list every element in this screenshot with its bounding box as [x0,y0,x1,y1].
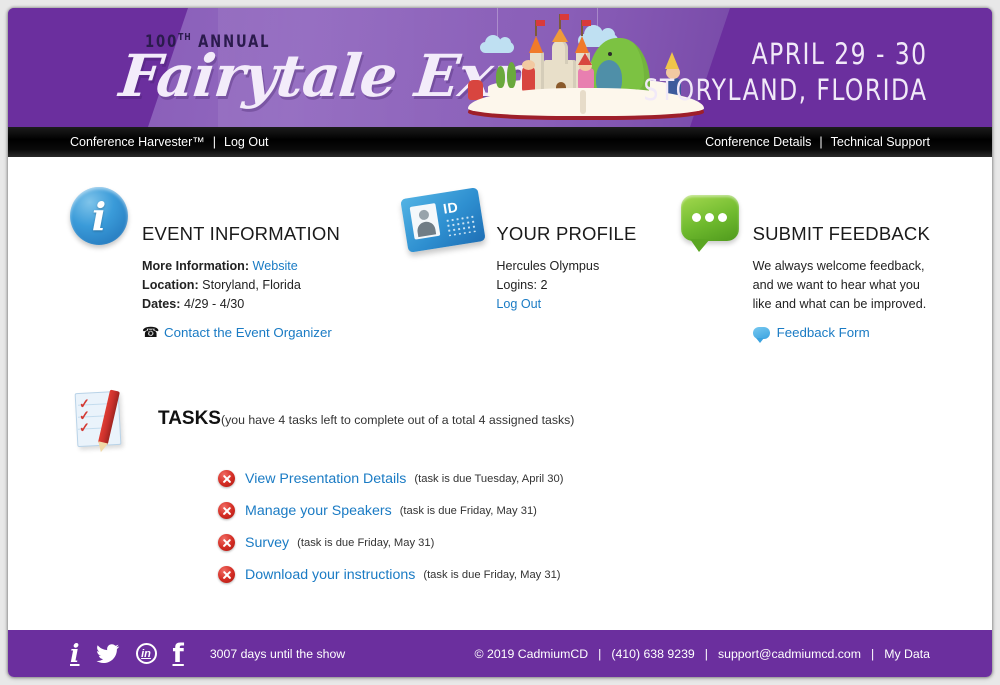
info-circle-icon [70,187,128,245]
info-cards-row: EVENT INFORMATION More Information: Webs… [70,157,930,343]
logins-value: 2 [540,278,548,292]
location-label: Location: [142,278,199,292]
twitter-icon[interactable] [95,643,120,664]
tasks-list: View Presentation Details (task is due T… [218,470,930,583]
book-spine [580,90,586,114]
task-due-date: (task is due Friday, May 31) [297,536,435,549]
profile-logins-row: Logins: 2 [496,276,636,295]
incomplete-x-icon [218,566,235,583]
footer-separator: | [871,646,875,661]
tree-icon [507,62,516,88]
card-body-submit-feedback: We always welcome feedback, and we want … [752,257,930,343]
nav-separator: | [212,135,217,149]
footer-separator: | [704,646,708,661]
footer-right-group: © 2019 CadmiumCD | (410) 638 9239 | supp… [475,647,931,661]
task-row[interactable]: Manage your Speakers (task is due Friday… [218,502,930,519]
task-due-date: (task is due Friday, May 31) [423,568,561,581]
main-navigation-bar: Conference Harvester™ | Log Out Conferen… [8,127,992,157]
nav-conference-harvester[interactable]: Conference Harvester™ [70,135,205,149]
card-body-your-profile: Hercules Olympus Logins: 2 Log Out [496,257,636,314]
prince-head [522,60,535,70]
card-title-submit-feedback: SUBMIT FEEDBACK [752,223,930,244]
id-badge-icon: ID [400,187,487,253]
feedback-form-link[interactable]: Feedback Form [777,323,870,342]
contact-organizer-row[interactable]: ☎ Contact the Event Organizer [142,323,340,342]
card-event-information: EVENT INFORMATION More Information: Webs… [70,187,404,342]
location-row: Location: Storyland, Florida [142,276,340,295]
nav-right-group: Conference Details | Technical Support [705,135,930,149]
footer-email-link[interactable]: support@cadmiumcd.com [718,647,861,661]
feedback-text-line-1: We always welcome feedback, [752,259,925,273]
linkedin-icon[interactable]: in [135,643,157,664]
card-title-event-information: EVENT INFORMATION [142,223,341,244]
banner-event-details: APRIL 29 - 30 STORYLAND, FLORIDA [644,36,928,108]
more-information-row: More Information: Website [142,257,340,276]
nav-conference-details[interactable]: Conference Details [705,135,811,149]
task-row[interactable]: Download your instructions (task is due … [218,566,930,583]
event-banner: 100TH ANNUAL Fairytale Expo APRIL 29 - 3… [8,8,992,127]
tree-icon [496,66,505,88]
princess-hat [578,53,592,65]
task-row[interactable]: Survey (task is due Friday, May 31) [218,534,930,551]
incomplete-x-icon [218,534,235,551]
nav-left-group: Conference Harvester™ | Log Out [70,135,269,149]
card-your-profile: ID YOUR PROFILE Hercules Olympus Logins:… [400,187,680,342]
cloud-icon [480,35,514,53]
task-link[interactable]: Manage your Speakers [245,503,392,519]
incomplete-x-icon [218,470,235,487]
dates-row: Dates: 4/29 - 4/30 [142,295,340,314]
feedback-form-row[interactable]: Feedback Form [752,323,930,343]
card-body-event-information: More Information: Website Location: Stor… [142,257,340,342]
page-container: 100TH ANNUAL Fairytale Expo APRIL 29 - 3… [8,8,992,677]
tasks-section: ✓ ✓ ✓ TASKS(you have 4 tasks left to com… [70,388,930,450]
location-value: Storyland, Florida [202,278,301,292]
task-due-date: (task is due Tuesday, April 30) [414,472,564,485]
contact-organizer-link[interactable]: Contact the Event Organizer [164,323,332,342]
countdown-text: 3007 days until the show [209,646,346,661]
card-title-your-profile: YOUR PROFILE [496,223,637,244]
nav-separator: | [819,135,823,149]
page-footer: i in f 3007 days until the show © 2019 C… [8,630,992,677]
info-icon[interactable]: i [70,641,80,666]
tasks-heading-label: TASKS [158,408,221,429]
chat-bubble-small-icon [752,326,770,343]
nav-technical-support[interactable]: Technical Support [831,135,930,149]
tasks-heading: TASKS(you have 4 tasks left to complete … [158,388,574,430]
task-link[interactable]: Survey [245,535,289,551]
footer-my-data-link[interactable]: My Data [884,647,930,661]
profile-log-out-link[interactable]: Log Out [496,297,541,311]
footer-separator: | [598,646,602,661]
phone-icon: ☎ [142,324,160,340]
feedback-text-line-3: like and what can be improved. [752,297,927,311]
banner-location: STORYLAND, FLORIDA [644,73,928,107]
task-due-date: (task is due Friday, May 31) [399,504,537,517]
copyright-text: © 2019 CadmiumCD [474,646,589,661]
card-submit-feedback: SUBMIT FEEDBACK We always welcome feedba… [680,187,930,343]
facebook-icon[interactable]: f [173,641,184,667]
dates-label: Dates: [142,297,181,311]
nav-log-out[interactable]: Log Out [224,135,268,149]
website-link[interactable]: Website [253,259,298,273]
incomplete-x-icon [218,502,235,519]
dates-value: 4/29 - 4/30 [184,297,245,311]
knight-character [468,80,483,100]
task-row[interactable]: View Presentation Details (task is due T… [218,470,930,487]
dragon-eye [608,52,612,56]
main-content: EVENT INFORMATION More Information: Webs… [8,157,992,638]
checklist-pencil-icon: ✓ ✓ ✓ [70,388,132,450]
tasks-summary: (you have 4 tasks left to complete out o… [220,413,575,427]
logins-label: Logins: [496,278,537,292]
profile-user-name: Hercules Olympus [496,259,600,273]
banner-dates: APRIL 29 - 30 [752,37,928,71]
speech-bubble-icon [680,187,739,252]
task-link[interactable]: Download your instructions [245,567,415,583]
feedback-text-line-2: and we want to hear what you [752,278,920,292]
social-links: i in f [70,641,184,667]
footer-phone-link[interactable]: (410) 638 9239 [611,647,694,661]
more-information-label: More Information: [142,259,250,273]
task-link[interactable]: View Presentation Details [245,471,406,487]
